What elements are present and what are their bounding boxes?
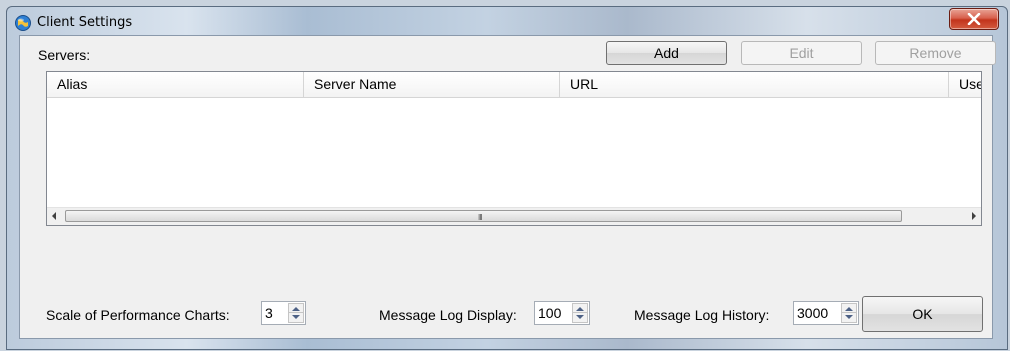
table-header: Alias Server Name URL Use S <box>47 72 981 98</box>
edit-server-button[interactable]: Edit <box>741 41 862 65</box>
log-display-label: Message Log Display: <box>379 307 517 323</box>
log-history-value[interactable]: 3000 <box>797 305 828 321</box>
log-history-spinner[interactable]: 3000 <box>793 301 859 325</box>
add-server-button[interactable]: Add <box>606 41 727 65</box>
servers-table[interactable]: Alias Server Name URL Use S III <box>46 71 982 226</box>
globe-icon <box>15 15 31 31</box>
client-settings-window: Client Settings Servers: Add Edit Remove… <box>6 6 1008 350</box>
log-display-spinner[interactable]: 100 <box>534 301 590 325</box>
servers-label: Servers: <box>38 47 91 63</box>
scrollbar-thumb[interactable]: III <box>65 210 902 222</box>
arrow-left-icon[interactable] <box>51 212 57 220</box>
scroll-grip: III <box>478 213 483 222</box>
column-header-use-s[interactable]: Use S <box>949 72 981 97</box>
horizontal-scrollbar[interactable]: III <box>47 207 981 225</box>
scale-value[interactable]: 3 <box>265 305 273 321</box>
close-button[interactable] <box>949 8 999 30</box>
spinner-arrows-icon[interactable] <box>288 303 304 323</box>
column-header-alias[interactable]: Alias <box>47 72 304 97</box>
log-history-label: Message Log History: <box>634 307 770 323</box>
dialog-content: Servers: Add Edit Remove Alias Server Na… <box>19 35 996 339</box>
column-header-url[interactable]: URL <box>560 72 949 97</box>
spinner-arrows-icon[interactable] <box>841 303 857 323</box>
window-title: Client Settings <box>37 15 133 30</box>
spinner-arrows-icon[interactable] <box>572 303 588 323</box>
ok-button[interactable]: OK <box>862 296 983 332</box>
remove-server-button[interactable]: Remove <box>875 41 996 65</box>
log-display-value[interactable]: 100 <box>538 305 561 321</box>
close-icon <box>967 13 981 25</box>
arrow-right-icon[interactable] <box>971 212 977 220</box>
column-header-server-name[interactable]: Server Name <box>304 72 560 97</box>
scale-spinner[interactable]: 3 <box>261 301 306 325</box>
scale-label: Scale of Performance Charts: <box>46 307 230 323</box>
title-bar[interactable]: Client Settings <box>7 7 1007 35</box>
